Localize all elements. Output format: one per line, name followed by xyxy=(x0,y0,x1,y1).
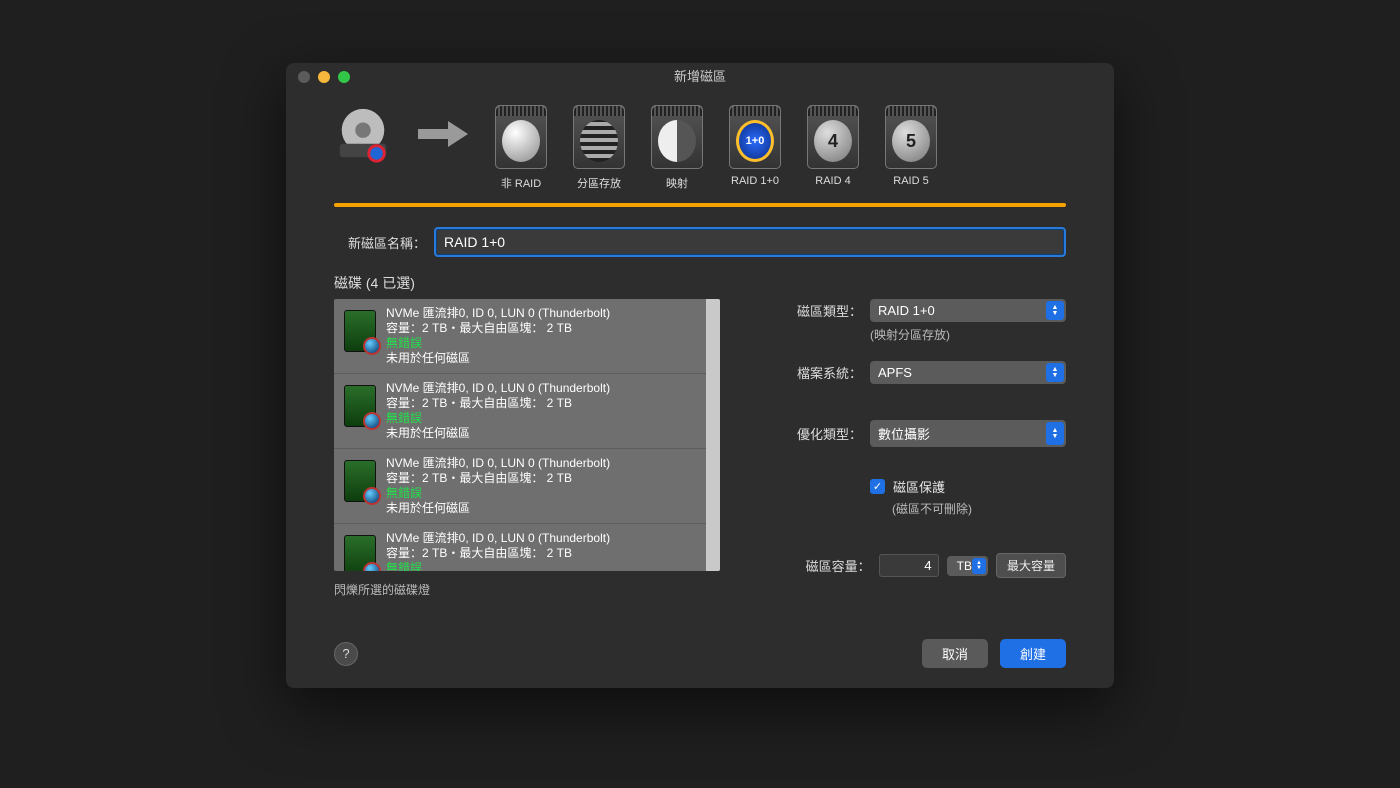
raid-type-mirror[interactable]: 映射 xyxy=(650,105,704,191)
capacity-unit-select[interactable]: TB ▲▼ xyxy=(947,556,988,576)
arrow-icon xyxy=(416,119,470,149)
capacity-label: 磁區容量： xyxy=(806,556,871,575)
select-arrows-icon: ▲▼ xyxy=(1046,422,1064,445)
disk-list[interactable]: NVMe 匯流排0, ID 0, LUN 0 (Thunderbolt)容量：2… xyxy=(334,299,720,571)
source-disk-icon xyxy=(334,107,392,165)
raid-type-nonraid[interactable]: 非 RAID xyxy=(494,105,548,191)
protect-label: 磁區保護 xyxy=(893,477,945,496)
help-button[interactable]: ? xyxy=(334,642,358,666)
capacity-input[interactable] xyxy=(879,554,939,577)
disk-item[interactable]: NVMe 匯流排0, ID 0, LUN 0 (Thunderbolt)容量：2… xyxy=(334,374,706,449)
disk-item[interactable]: NVMe 匯流排0, ID 0, LUN 0 (Thunderbolt)容量：2… xyxy=(334,524,706,571)
disk-item[interactable]: NVMe 匯流排0, ID 0, LUN 0 (Thunderbolt)容量：2… xyxy=(334,449,706,524)
close-icon[interactable] xyxy=(298,71,310,83)
raid-type-r4[interactable]: 4RAID 4 xyxy=(806,105,860,191)
dialog-window: 新增磁區 非 RAID 分區存放映射 1+0RAID 1+0 4RAID 4 5RAID… xyxy=(286,63,1114,688)
disk-icon xyxy=(344,535,376,571)
volume-type-label: 磁區類型： xyxy=(780,301,862,320)
filesystem-select[interactable]: APFS ▲▼ xyxy=(870,361,1066,384)
volume-name-input[interactable] xyxy=(434,227,1066,257)
optimize-label: 優化類型： xyxy=(780,424,862,443)
blink-hint[interactable]: 閃爍所選的磁碟燈 xyxy=(334,581,720,598)
raid-type-row: 非 RAID 分區存放映射 1+0RAID 1+0 4RAID 4 5RAID 5 xyxy=(334,105,1066,191)
raid-type-stripe[interactable]: 分區存放 xyxy=(572,105,626,191)
maximize-icon[interactable] xyxy=(338,71,350,83)
disks-heading: 磁碟 (4 已選) xyxy=(334,273,1066,293)
select-arrows-icon: ▲▼ xyxy=(1046,363,1064,382)
volume-type-sub: (映射分區存放) xyxy=(870,326,1066,343)
select-arrows-icon: ▲▼ xyxy=(1046,301,1064,320)
window-controls xyxy=(298,71,350,83)
raid-type-r10[interactable]: 1+0RAID 1+0 xyxy=(728,105,782,191)
disk-icon xyxy=(344,310,376,352)
cancel-button[interactable]: 取消 xyxy=(922,639,988,668)
minimize-icon[interactable] xyxy=(318,71,330,83)
protect-checkbox[interactable]: ✓ xyxy=(870,479,885,494)
volume-name-label: 新磁區名稱： xyxy=(334,233,426,252)
filesystem-label: 檔案系統： xyxy=(780,363,862,382)
disk-item[interactable]: NVMe 匯流排0, ID 0, LUN 0 (Thunderbolt)容量：2… xyxy=(334,299,706,374)
select-arrows-icon: ▲▼ xyxy=(972,558,986,574)
raid-type-r5[interactable]: 5RAID 5 xyxy=(884,105,938,191)
create-button[interactable]: 創建 xyxy=(1000,639,1066,668)
protect-sub: (磁區不可刪除) xyxy=(892,500,1066,517)
window-title: 新增磁區 xyxy=(674,69,726,84)
divider-bar xyxy=(334,203,1066,207)
titlebar: 新增磁區 xyxy=(286,63,1114,91)
settings-form: 磁區類型： RAID 1+0 ▲▼ (映射分區存放) 檔案系統： APFS ▲▼ xyxy=(780,299,1066,598)
max-capacity-button[interactable]: 最大容量 xyxy=(996,553,1066,578)
optimize-select[interactable]: 數位攝影 ▲▼ xyxy=(870,420,1066,447)
disk-icon xyxy=(344,460,376,502)
volume-type-select[interactable]: RAID 1+0 ▲▼ xyxy=(870,299,1066,322)
disk-icon xyxy=(344,385,376,427)
